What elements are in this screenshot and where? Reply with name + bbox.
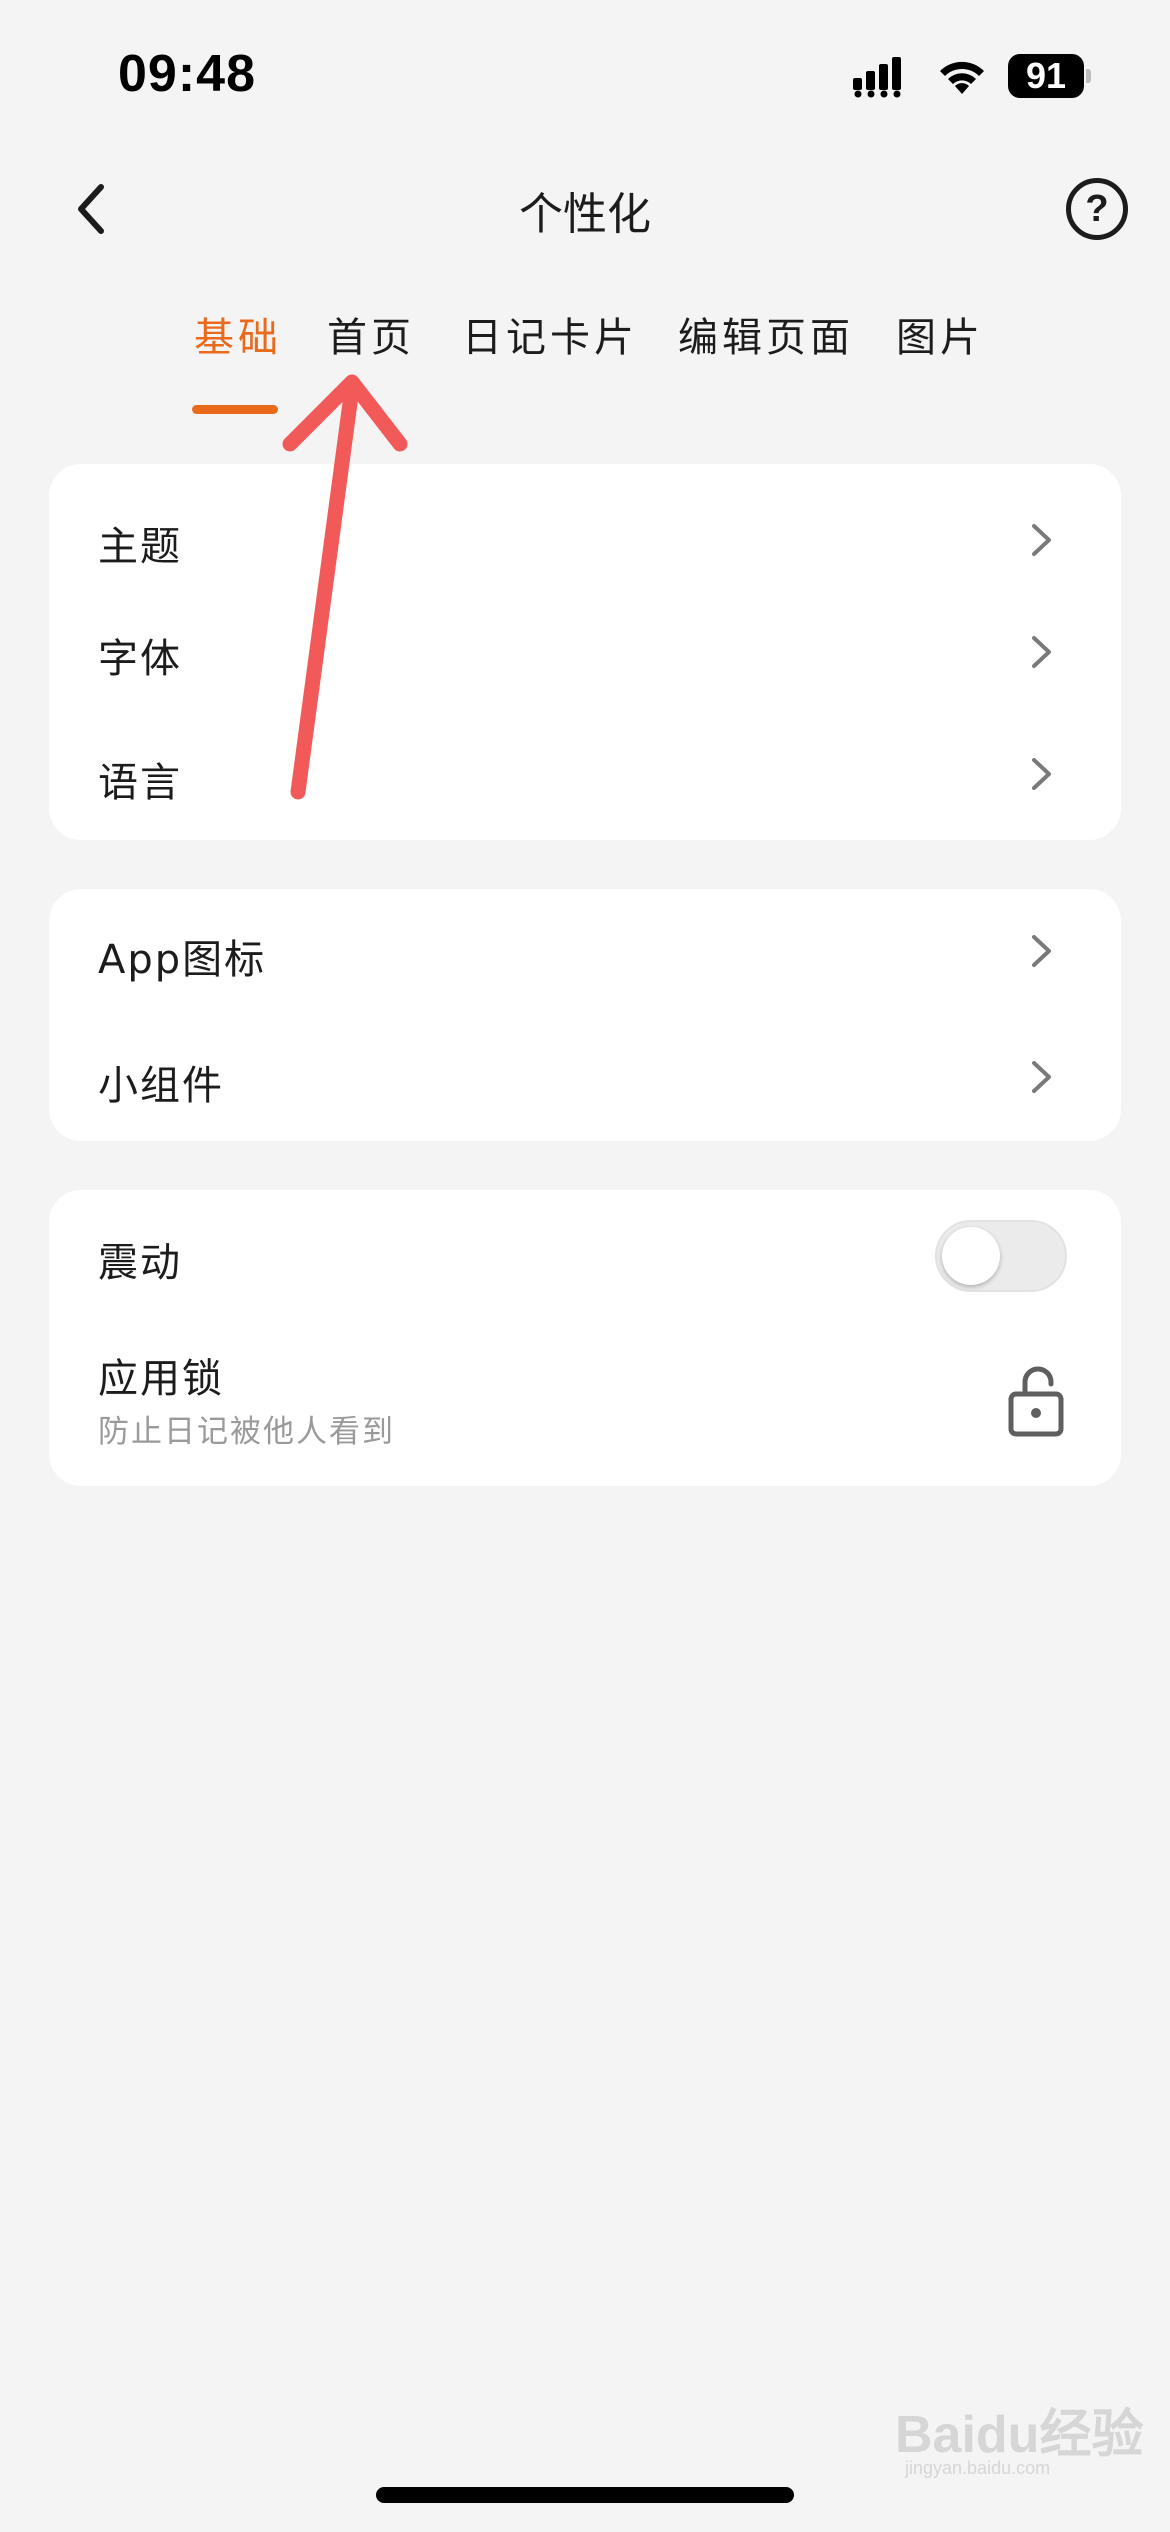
chevron-right-icon xyxy=(1032,524,1051,556)
annotation-arrow xyxy=(282,374,408,800)
chevron-right-icon xyxy=(1032,1061,1051,1093)
list-item-theme[interactable]: 主题 xyxy=(49,484,1121,596)
app-icon-label: App图标 xyxy=(98,937,267,983)
vibration-label: 震动 xyxy=(98,1240,182,1286)
category-tabs: 基础 首页 日记卡片 编辑页面 图片 xyxy=(0,305,1170,425)
chevron-right-icon xyxy=(1032,758,1051,790)
chevron-right-icon xyxy=(1032,636,1051,668)
unlock-icon xyxy=(1008,1366,1064,1437)
basic-settings-card: 主题 字体 语言 xyxy=(49,464,1121,840)
app-lock-subtitle: 防止日记被他人看到 xyxy=(98,1414,395,1450)
tab-home[interactable]: 首页 xyxy=(327,305,415,363)
theme-label: 主题 xyxy=(98,524,182,570)
battery-level: 91 xyxy=(1008,54,1084,98)
watermark: Baidu经验 jingyan.baidu.com xyxy=(895,2392,1143,2482)
watermark-url: jingyan.baidu.com xyxy=(905,2458,1051,2478)
tab-diary-card[interactable]: 日记卡片 xyxy=(462,305,638,363)
list-item-font[interactable]: 字体 xyxy=(49,596,1121,708)
list-item-app-icon[interactable]: App图标 xyxy=(49,889,1121,1015)
help-button[interactable]: ? xyxy=(1066,178,1128,240)
list-item-vibration: 震动 xyxy=(49,1190,1121,1320)
font-label: 字体 xyxy=(98,636,182,682)
app-lock-label: 应用锁 xyxy=(98,1356,224,1402)
active-tab-indicator xyxy=(192,405,278,414)
toggle-knob xyxy=(942,1227,1000,1285)
page-title: 个性化 xyxy=(519,189,651,240)
app-appearance-card: App图标 小组件 xyxy=(49,889,1121,1141)
personalization-screen: 09:48 91 个性化 ? 基础 首页 日记卡片 编辑页面 图片 主题 字体 … xyxy=(0,0,1170,2532)
watermark-brand: Baidu经验 xyxy=(895,2406,1144,2464)
list-item-app-lock[interactable]: 应用锁 防止日记被他人看到 xyxy=(49,1320,1121,1486)
cellular-signal-icon xyxy=(853,57,901,98)
battery-tip xyxy=(1086,69,1091,83)
vibration-toggle[interactable] xyxy=(935,1220,1067,1292)
list-item-language[interactable]: 语言 xyxy=(49,708,1121,820)
status-bar: 09:48 91 xyxy=(0,0,1170,150)
security-card: 震动 应用锁 防止日记被他人看到 xyxy=(49,1190,1121,1486)
battery-indicator: 91 xyxy=(1008,54,1091,98)
widget-label: 小组件 xyxy=(98,1063,224,1109)
list-item-widget[interactable]: 小组件 xyxy=(49,1015,1121,1141)
tab-basic[interactable]: 基础 xyxy=(194,305,282,363)
nav-bar: 个性化 ? xyxy=(0,160,1170,256)
help-icon: ? xyxy=(1085,187,1109,230)
tab-images[interactable]: 图片 xyxy=(896,305,984,363)
status-time: 09:48 xyxy=(118,45,256,103)
wifi-icon xyxy=(940,61,984,94)
tab-edit-page[interactable]: 编辑页面 xyxy=(678,305,854,363)
chevron-right-icon xyxy=(1032,935,1051,967)
language-label: 语言 xyxy=(98,760,182,806)
home-indicator[interactable] xyxy=(376,2487,794,2503)
